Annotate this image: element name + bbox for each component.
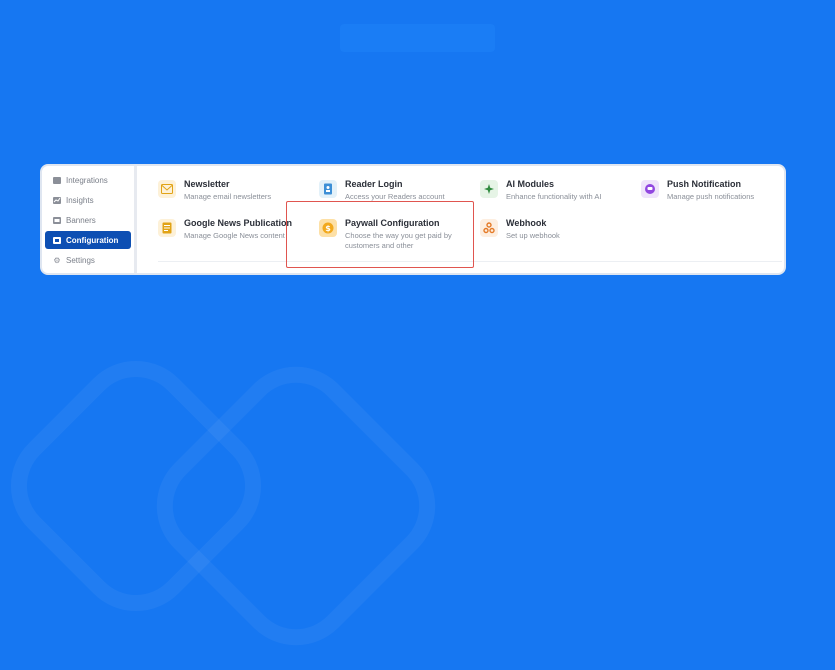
svg-text:$: $: [325, 224, 331, 233]
card-description-line: customers and other: [345, 241, 414, 250]
configuration-icon: [53, 236, 61, 244]
paywall-configuration-card[interactable]: $ Paywall Configuration Choose the way y…: [319, 217, 477, 251]
push-notification-icon: [641, 180, 659, 198]
reader-login-card[interactable]: Reader Login Access your Readers account: [319, 178, 477, 202]
sidebar: Integrations Insights Banners Configurat…: [42, 166, 137, 273]
sidebar-item-integrations[interactable]: Integrations: [45, 171, 131, 189]
ai-modules-card[interactable]: AI Modules Enhance functionality with AI: [480, 178, 638, 202]
configuration-content: Newsletter Manage email newsletters Read…: [140, 166, 784, 273]
card-description: Manage Google News content: [184, 231, 285, 240]
card-title: Push Notification: [667, 179, 741, 189]
reader-login-icon: [319, 180, 337, 198]
card-description: Enhance functionality with AI: [506, 192, 602, 201]
banners-icon: [53, 216, 61, 224]
google-news-icon: [158, 219, 176, 237]
card-description-line: Choose the way you get paid by: [345, 231, 452, 240]
integrations-icon: [53, 176, 61, 184]
sidebar-item-configuration[interactable]: Configuration: [45, 231, 131, 249]
card-description: Manage email newsletters: [184, 192, 272, 201]
content-divider: [158, 261, 782, 262]
card-title: Newsletter: [184, 179, 230, 189]
card-title: AI Modules: [506, 179, 555, 189]
webhook-card[interactable]: Webhook Set up webhook: [480, 217, 638, 241]
card-title: Reader Login: [345, 179, 403, 189]
newsletter-card[interactable]: Newsletter Manage email newsletters: [158, 178, 316, 202]
card-title: Google News Publication: [184, 218, 293, 228]
sidebar-item-label: Configuration: [66, 235, 119, 245]
ai-sparkle-icon: [480, 180, 498, 198]
sidebar-item-label: Integrations: [66, 175, 108, 185]
sidebar-item-label: Insights: [66, 195, 94, 205]
sidebar-item-settings[interactable]: ⚙ Settings: [45, 251, 131, 269]
sidebar-item-insights[interactable]: Insights: [45, 191, 131, 209]
card-title: Paywall Configuration: [345, 218, 440, 228]
newsletter-icon: [158, 180, 176, 198]
card-description: Manage push notifications: [667, 192, 755, 201]
sidebar-item-banners[interactable]: Banners: [45, 211, 131, 229]
card-description: Set up webhook: [506, 231, 560, 240]
push-notification-card[interactable]: Push Notification Manage push notificati…: [641, 178, 784, 202]
background-ghost-bar: [340, 24, 495, 52]
card-description: Choose the way you get paid by customers…: [345, 231, 452, 251]
card-description: Access your Readers account: [345, 192, 445, 201]
integrations-panel: Integrations Insights Banners Configurat…: [40, 164, 786, 275]
insights-icon: [53, 196, 61, 204]
sidebar-item-label: Settings: [66, 255, 95, 265]
google-news-card[interactable]: Google News Publication Manage Google Ne…: [158, 217, 316, 241]
settings-icon: ⚙: [53, 255, 61, 265]
card-title: Webhook: [506, 218, 547, 228]
paywall-dollar-icon: $: [319, 219, 337, 237]
webhook-icon: [480, 219, 498, 237]
sidebar-item-label: Banners: [66, 215, 96, 225]
